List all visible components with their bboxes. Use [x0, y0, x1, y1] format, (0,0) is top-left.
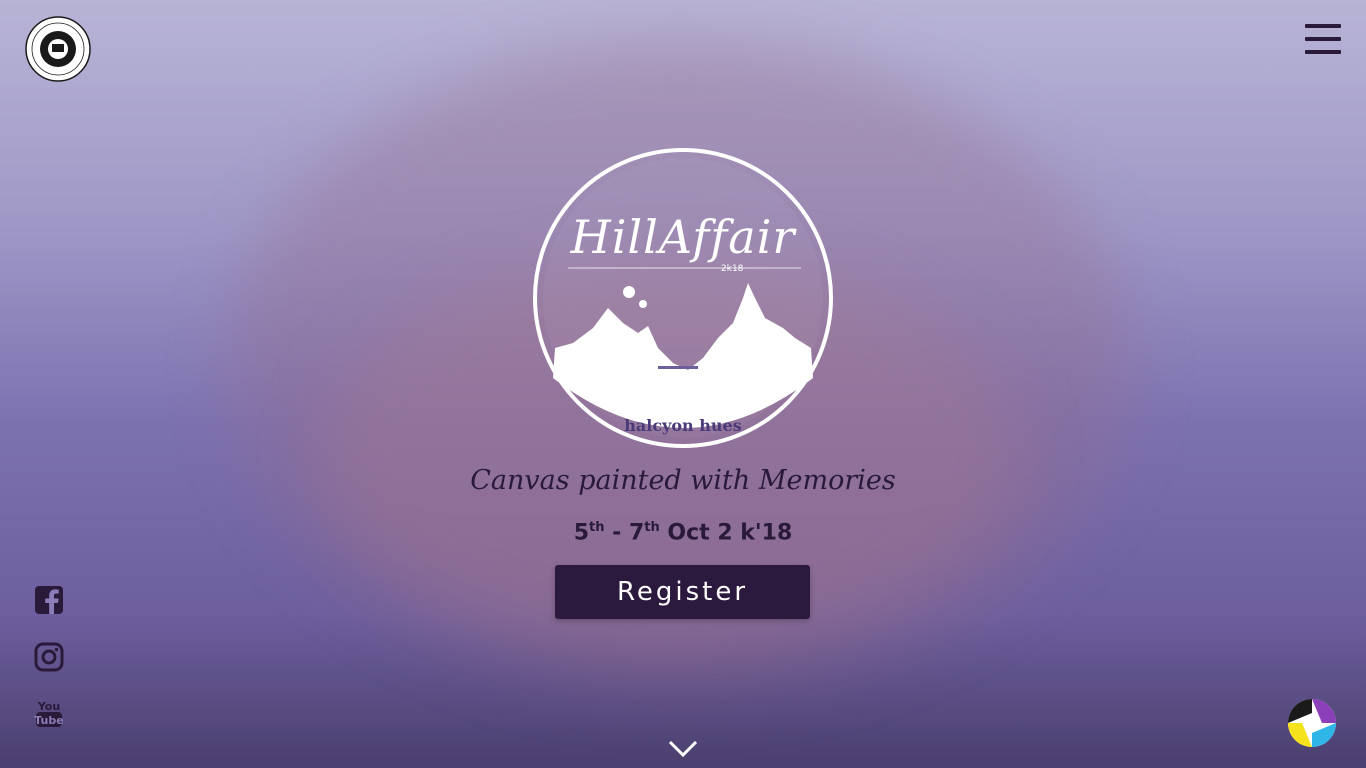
college-seal-icon[interactable] [25, 16, 91, 82]
menu-line [1305, 37, 1341, 41]
register-button[interactable]: Register [555, 565, 810, 619]
logo-title: HillAffair [570, 210, 796, 264]
instagram-icon[interactable] [34, 642, 64, 672]
tagline: Canvas painted with Memories [470, 465, 896, 496]
chevron-down-icon[interactable] [668, 738, 698, 760]
date-rest: Oct 2 k'18 [659, 520, 793, 546]
event-dates: 5th - 7th Oct 2 k'18 [0, 520, 1366, 545]
logo-year: 2k18 [721, 264, 744, 274]
end-suffix: th [644, 520, 660, 535]
svg-text:You: You [37, 700, 60, 713]
hillaffair-logo: HillAffair 2k18 halcyon hues [533, 148, 833, 448]
facebook-icon[interactable] [34, 585, 64, 615]
hamburger-menu-icon[interactable] [1305, 24, 1341, 54]
logo-subtitle: halcyon hues [624, 416, 742, 435]
aperture-logo-icon[interactable] [1286, 697, 1338, 749]
youtube-icon[interactable]: You Tube [34, 698, 64, 728]
menu-line [1305, 50, 1341, 54]
svg-text:Tube: Tube [34, 714, 63, 727]
logo-circle-icon [533, 148, 833, 448]
top-bar [0, 0, 1366, 90]
date-separator: - [604, 520, 629, 546]
end-day: 7 [628, 520, 645, 546]
menu-line [1305, 24, 1341, 28]
start-day: 5 [573, 520, 590, 546]
start-suffix: th [589, 520, 605, 535]
